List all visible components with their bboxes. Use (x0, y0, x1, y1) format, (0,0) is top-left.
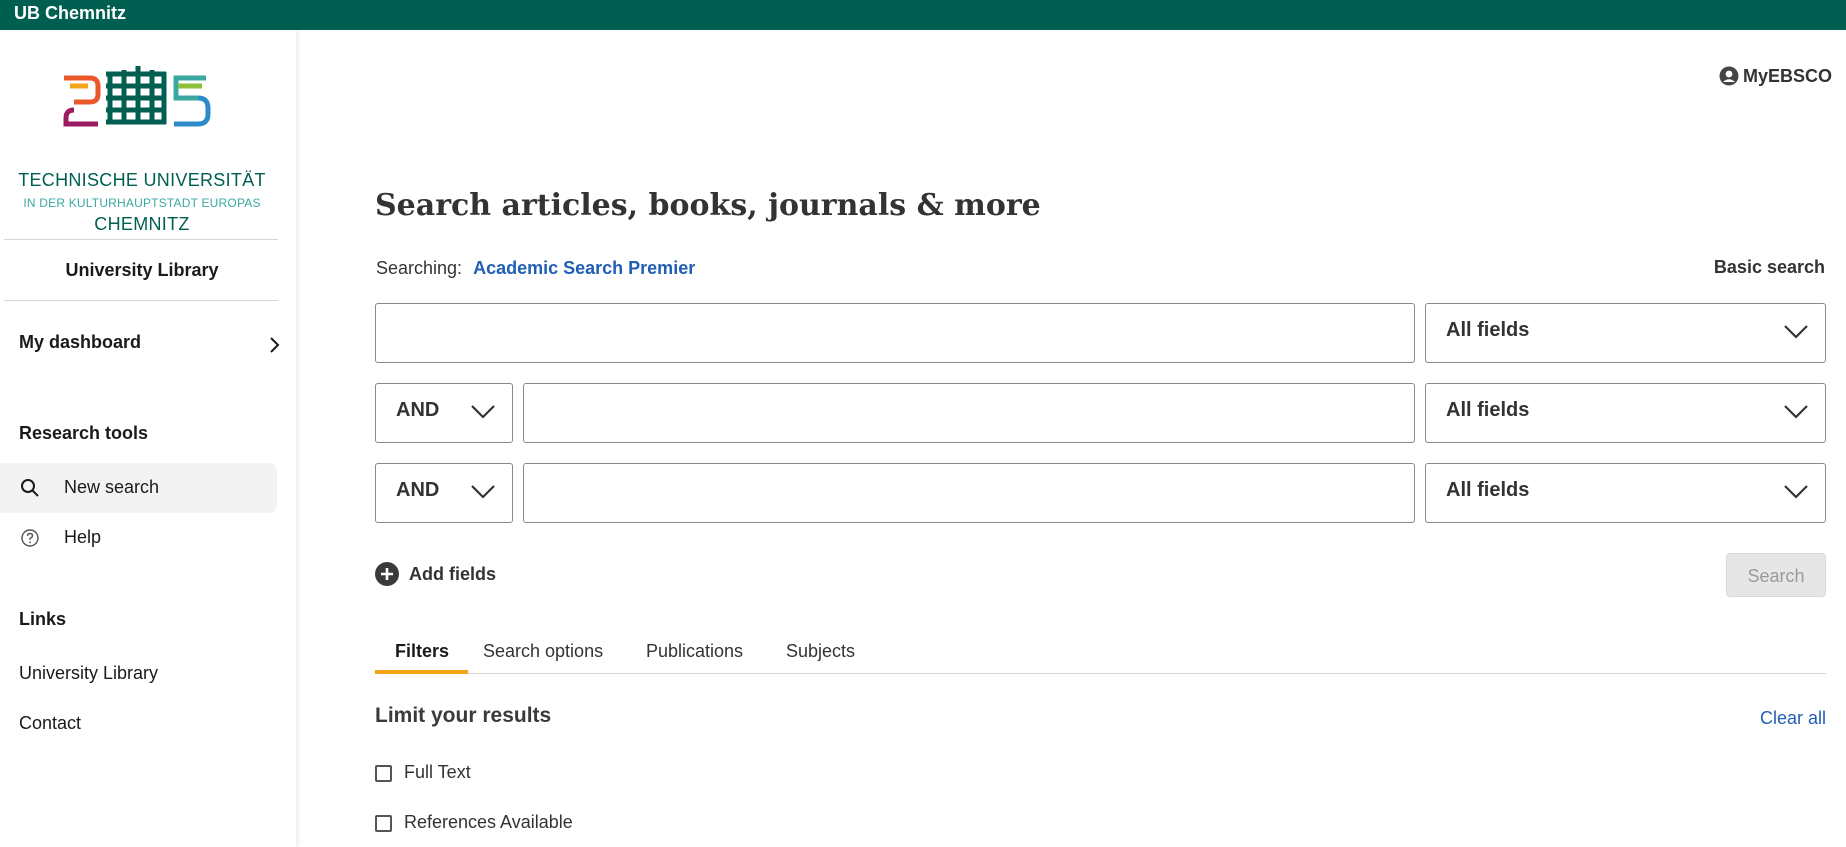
tab-label: Subjects (786, 641, 856, 661)
sidebar-item-label: Help (64, 527, 102, 547)
university-logo[interactable]: TECHNISCHE UNIVERSITÄT IN DER KULTURHAUP… (0, 64, 284, 234)
searching-info: Searching: Academic Search Premier (376, 258, 695, 279)
user-avatar-icon (1719, 66, 1739, 86)
links-heading: Links (19, 609, 67, 629)
field-select-value: All fields (1446, 479, 1530, 501)
sidebar-divider (4, 300, 278, 301)
search-input-row-1[interactable] (375, 303, 1415, 363)
field-select-row-1[interactable]: All fields (1425, 303, 1826, 363)
institution-name: University Library (65, 260, 219, 280)
searching-label: Searching: (376, 258, 463, 278)
sidebar: TECHNISCHE UNIVERSITÄT IN DER KULTURHAUP… (0, 30, 296, 847)
database-link[interactable]: Academic Search Premier (473, 258, 695, 278)
search-input-row-2[interactable] (523, 383, 1415, 443)
tab-subjects[interactable]: Subjects (786, 633, 866, 673)
logo-mark-icon (63, 66, 211, 127)
myebsco-label: MyEBSCO (1742, 66, 1832, 86)
myebsco-button[interactable]: MyEBSCO (1719, 66, 1832, 87)
plus-circle-icon (375, 562, 399, 586)
search-input[interactable] (524, 384, 1414, 442)
sidebar-item-help[interactable]: Help (0, 513, 277, 563)
link-university-library[interactable]: University Library (19, 663, 158, 684)
logo-line-1: TECHNISCHE UNIVERSITÄT (18, 170, 266, 190)
field-select-row-3[interactable]: All fields (1425, 463, 1826, 523)
checkbox-label: Full Text (404, 762, 471, 782)
chevron-down-icon (1784, 485, 1808, 499)
search-input[interactable] (524, 464, 1414, 522)
chevron-down-icon (471, 485, 495, 499)
logo-line-3: CHEMNITZ (94, 214, 190, 234)
link-contact[interactable]: Contact (19, 713, 81, 734)
page-title: Search articles, books, journals & more (375, 188, 1041, 223)
my-dashboard-link[interactable]: My dashboard (19, 332, 281, 360)
tab-label: Publications (646, 641, 744, 661)
search-button[interactable]: Search (1726, 553, 1826, 597)
checkbox-box[interactable] (375, 765, 392, 782)
chevron-right-icon (270, 337, 280, 353)
references-available-checkbox[interactable]: References Available (375, 812, 675, 838)
sidebar-item-label: New search (64, 477, 160, 497)
search-input-row-3[interactable] (523, 463, 1415, 523)
tab-search-options[interactable]: Search options (483, 633, 613, 673)
dashboard-label: My dashboard (19, 332, 142, 352)
checkbox-label: References Available (404, 812, 573, 832)
operator-value: AND (396, 479, 440, 501)
search-icon (21, 479, 39, 497)
clear-all-link[interactable]: Clear all (1760, 708, 1826, 729)
logo-line-2: IN DER KULTURHAUPTSTADT EUROPAS (23, 196, 261, 210)
chevron-down-icon (1784, 325, 1808, 339)
main-content: MyEBSCO Search articles, books, journals… (296, 30, 1846, 847)
tab-label: Search options (483, 641, 604, 661)
tab-filters[interactable]: Filters (375, 633, 468, 674)
sidebar-divider (4, 239, 278, 240)
field-select-value: All fields (1446, 399, 1530, 421)
sidebar-item-new-search[interactable]: New search (0, 463, 277, 513)
limit-results-heading: Limit your results (375, 704, 552, 727)
full-text-checkbox[interactable]: Full Text (375, 762, 675, 788)
chevron-down-icon (1784, 405, 1808, 419)
search-input[interactable] (376, 304, 1414, 362)
active-tab-indicator (375, 670, 468, 674)
operator-select-row-2[interactable]: AND (375, 383, 513, 443)
tab-label: Filters (395, 641, 450, 661)
help-icon (21, 529, 39, 547)
operator-select-row-3[interactable]: AND (375, 463, 513, 523)
research-tools-heading: Research tools (19, 423, 149, 443)
brand-name[interactable]: UB Chemnitz (14, 3, 126, 24)
field-select-row-2[interactable]: All fields (1425, 383, 1826, 443)
tab-publications[interactable]: Publications (646, 633, 756, 673)
operator-value: AND (396, 399, 440, 421)
checkbox-box[interactable] (375, 815, 392, 832)
top-bar: UB Chemnitz (0, 0, 1846, 30)
filter-tabs: Filters Search options Publications Subj… (375, 633, 1826, 674)
chevron-down-icon (471, 405, 495, 419)
field-select-value: All fields (1446, 319, 1530, 341)
basic-search-link[interactable]: Basic search (1714, 257, 1825, 278)
add-fields-button[interactable]: Add fields (375, 562, 496, 586)
add-fields-label: Add fields (409, 564, 497, 584)
